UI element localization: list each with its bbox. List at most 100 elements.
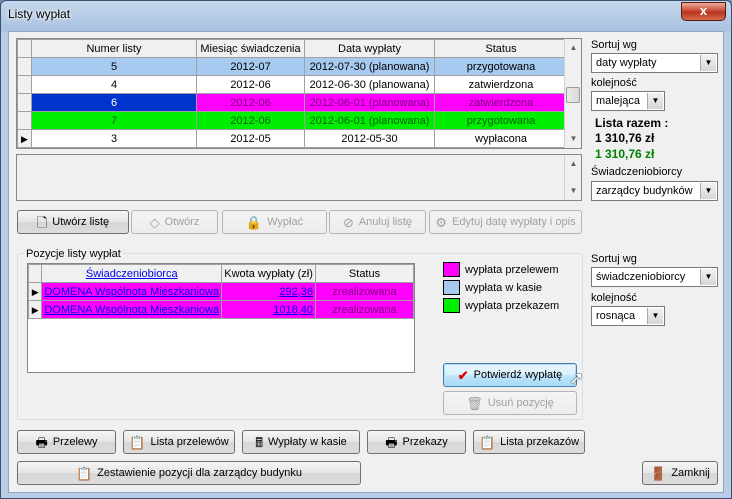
pay-button[interactable]: 🔒 Wypłać xyxy=(222,210,327,234)
sort-bottom-combo[interactable]: świadczeniobiorcy ▼ xyxy=(591,267,718,287)
summary-label: Zestawienie pozycji dla zarządcy budynku xyxy=(97,467,302,479)
current-row-arrow-icon: ▶ xyxy=(21,133,28,144)
chevron-down-icon[interactable]: ▼ xyxy=(700,55,716,71)
chevron-down-icon[interactable]: ▼ xyxy=(647,93,663,109)
cancel-list-label: Anuluj listę xyxy=(358,216,413,228)
scroll-down-icon[interactable]: ▼ xyxy=(566,131,581,146)
list-item[interactable]: ▶ DOMENA Wspólnota Mieszkaniowa 292,36 zrea… xyxy=(28,282,414,301)
amount-link[interactable]: 292,36 xyxy=(279,286,313,298)
transfer-list-button[interactable]: 📋 Lista przelewów xyxy=(123,430,235,454)
cancel-list-button[interactable]: ⊘ Anuluj listę xyxy=(329,210,426,234)
position-indicator[interactable]: ▶ xyxy=(28,300,43,319)
table-row[interactable]: ▶ 3 2012-05 2012-05-30 wypłacona xyxy=(17,129,568,148)
close-icon: x xyxy=(699,3,708,18)
table-row[interactable]: 7 2012-06 2012-06-01 (planowana) przygotowa… xyxy=(17,111,568,130)
chevron-down-icon[interactable]: ▼ xyxy=(700,183,716,199)
cash-payments-button[interactable]: 🖩 Wypłaty w kasie xyxy=(242,430,360,454)
order-bottom-combo[interactable]: rosnąca ▼ xyxy=(591,306,665,326)
position-indicator[interactable]: ▶ xyxy=(28,282,43,301)
window-title: Listy wypłat xyxy=(8,7,71,21)
new-document-icon: 🗋 xyxy=(36,214,48,230)
amount-link[interactable]: 1018,40 xyxy=(273,304,313,316)
top-grid-scrollbar[interactable]: ▲ ▼ xyxy=(564,39,581,148)
money-order-list-button[interactable]: 📋 Lista przekazów xyxy=(473,430,585,454)
memo-scrollbar[interactable]: ▲ ▼ xyxy=(564,155,581,200)
mouse-cursor-icon: ➚ xyxy=(569,368,585,388)
summary-button[interactable]: 📋 Zestawienie pozycji dla zarządcy budyn… xyxy=(17,461,361,485)
pos-header-beneficiary[interactable]: Świadczeniobiorca xyxy=(41,264,223,283)
legend-label-cash: wypłata w kasie xyxy=(465,282,543,294)
cell-miesiac: 2012-06 xyxy=(196,93,305,112)
table-header-row: Numer listy Miesiąc świadczenia Data wyp… xyxy=(17,39,568,58)
position-status: zrealizowana xyxy=(315,300,414,319)
position-status: zrealizowana xyxy=(315,282,414,301)
order-bottom-label: kolejność xyxy=(591,292,637,304)
list-description-memo[interactable]: ▲ ▼ xyxy=(16,154,582,201)
legend-swatch-money-order xyxy=(443,298,460,313)
transfers-button[interactable]: 🖶 Przelewy xyxy=(17,430,116,454)
table-row[interactable]: 6 2012-06 2012-06-01 (planowana) zatwierdzo… xyxy=(17,93,568,112)
cell-data: 2012-06-01 (planowana) xyxy=(304,111,435,130)
scroll-up-icon[interactable]: ▲ xyxy=(566,40,581,55)
position-amount[interactable]: 292,36 xyxy=(221,282,317,301)
positions-header-row: Świadczeniobiorca Kwota wypłaty (zł) Sta… xyxy=(28,264,414,283)
payment-lists-grid[interactable]: Numer listy Miesiąc świadczenia Data wyp… xyxy=(16,38,582,149)
cell-numer: 6 xyxy=(31,93,197,112)
row-indicator[interactable] xyxy=(17,93,32,112)
chevron-down-icon[interactable]: ▼ xyxy=(700,269,716,285)
money-orders-label: Przekazy xyxy=(402,436,448,448)
money-orders-button[interactable]: 🖶 Przekazy xyxy=(367,430,466,454)
cell-status: zatwierdzona xyxy=(434,93,568,112)
header-data-wyplaty[interactable]: Data wypłaty xyxy=(304,39,435,58)
sort-by-combo[interactable]: daty wypłaty ▼ xyxy=(591,53,718,73)
remove-position-button[interactable]: 🗑 Usuń pozycję xyxy=(443,391,577,415)
lock-icon: 🔒 xyxy=(245,214,263,230)
title-bar[interactable]: Listy wypłat x xyxy=(1,1,731,29)
remove-position-label: Usuń pozycję xyxy=(487,397,554,409)
scroll-thumb[interactable] xyxy=(566,87,580,103)
beneficiary-link[interactable]: DOMENA Wspólnota Mieszkaniowa xyxy=(44,304,219,316)
position-beneficiary[interactable]: DOMENA Wspólnota Mieszkaniowa xyxy=(41,282,223,301)
pos-header-amount[interactable]: Kwota wypłaty (zł) xyxy=(221,264,317,283)
open-label: Otwórz xyxy=(164,216,200,228)
order-combo[interactable]: malejąca ▼ xyxy=(591,91,665,111)
row-indicator[interactable] xyxy=(17,111,32,130)
open-button[interactable]: ◇ Otwórz xyxy=(131,210,218,234)
confirm-payment-button[interactable]: ✔ Potwierdź wypłatę xyxy=(443,363,577,387)
chevron-down-icon[interactable]: ▼ xyxy=(647,308,663,324)
printer-icon: 🖶 xyxy=(35,434,48,450)
position-beneficiary[interactable]: DOMENA Wspólnota Mieszkaniowa xyxy=(41,300,223,319)
positions-grid[interactable]: Świadczeniobiorca Kwota wypłaty (zł) Sta… xyxy=(27,263,415,373)
cell-miesiac: 2012-06 xyxy=(196,111,305,130)
table-row[interactable]: 4 2012-06 2012-06-30 (planowana) zatwierdzo… xyxy=(17,75,568,94)
order-bottom-value: rosnąca xyxy=(596,310,636,322)
beneficiary-combo[interactable]: zarządcy budynków ▼ xyxy=(591,181,718,201)
edit-date-button[interactable]: ⚙ Edytuj datę wypłaty i opis xyxy=(429,210,582,234)
header-status[interactable]: Status xyxy=(434,39,568,58)
window-close-button[interactable]: x xyxy=(681,2,726,21)
legend-swatch-cash xyxy=(443,280,460,295)
beneficiary-link[interactable]: DOMENA Wspólnota Mieszkaniowa xyxy=(44,286,219,298)
close-button[interactable]: 🚪 Zamknij xyxy=(642,461,718,485)
list-item[interactable]: ▶ DOMENA Wspólnota Mieszkaniowa 1018,40 zre… xyxy=(28,300,414,319)
legend-swatch-transfer xyxy=(443,262,460,277)
table-row[interactable]: 5 2012-07 2012-07-30 (planowana) przygotowa… xyxy=(17,57,568,76)
row-indicator[interactable] xyxy=(17,75,32,94)
transfer-list-label: Lista przelewów xyxy=(150,436,229,448)
checkmark-icon: ✔ xyxy=(457,367,469,383)
pos-header-beneficiary-link[interactable]: Świadczeniobiorca xyxy=(86,268,178,280)
pos-header-status[interactable]: Status xyxy=(315,264,414,283)
position-amount[interactable]: 1018,40 xyxy=(221,300,317,319)
row-indicator[interactable]: ▶ xyxy=(17,129,32,148)
row-indicator[interactable] xyxy=(17,57,32,76)
create-list-button[interactable]: 🗋 Utwórz listę xyxy=(17,210,129,234)
sort-label: Sortuj wg xyxy=(591,39,637,51)
order-value: malejąca xyxy=(596,95,641,107)
cell-status: przygotowana xyxy=(434,57,568,76)
sort-bottom-label: Sortuj wg xyxy=(591,253,637,265)
memo-scroll-up-icon[interactable]: ▲ xyxy=(566,156,581,171)
header-numer-listy[interactable]: Numer listy xyxy=(31,39,197,58)
memo-scroll-down-icon[interactable]: ▼ xyxy=(566,183,581,198)
header-miesiac[interactable]: Miesiąc świadczenia xyxy=(196,39,305,58)
clipboard-icon: 📋 xyxy=(75,465,93,481)
